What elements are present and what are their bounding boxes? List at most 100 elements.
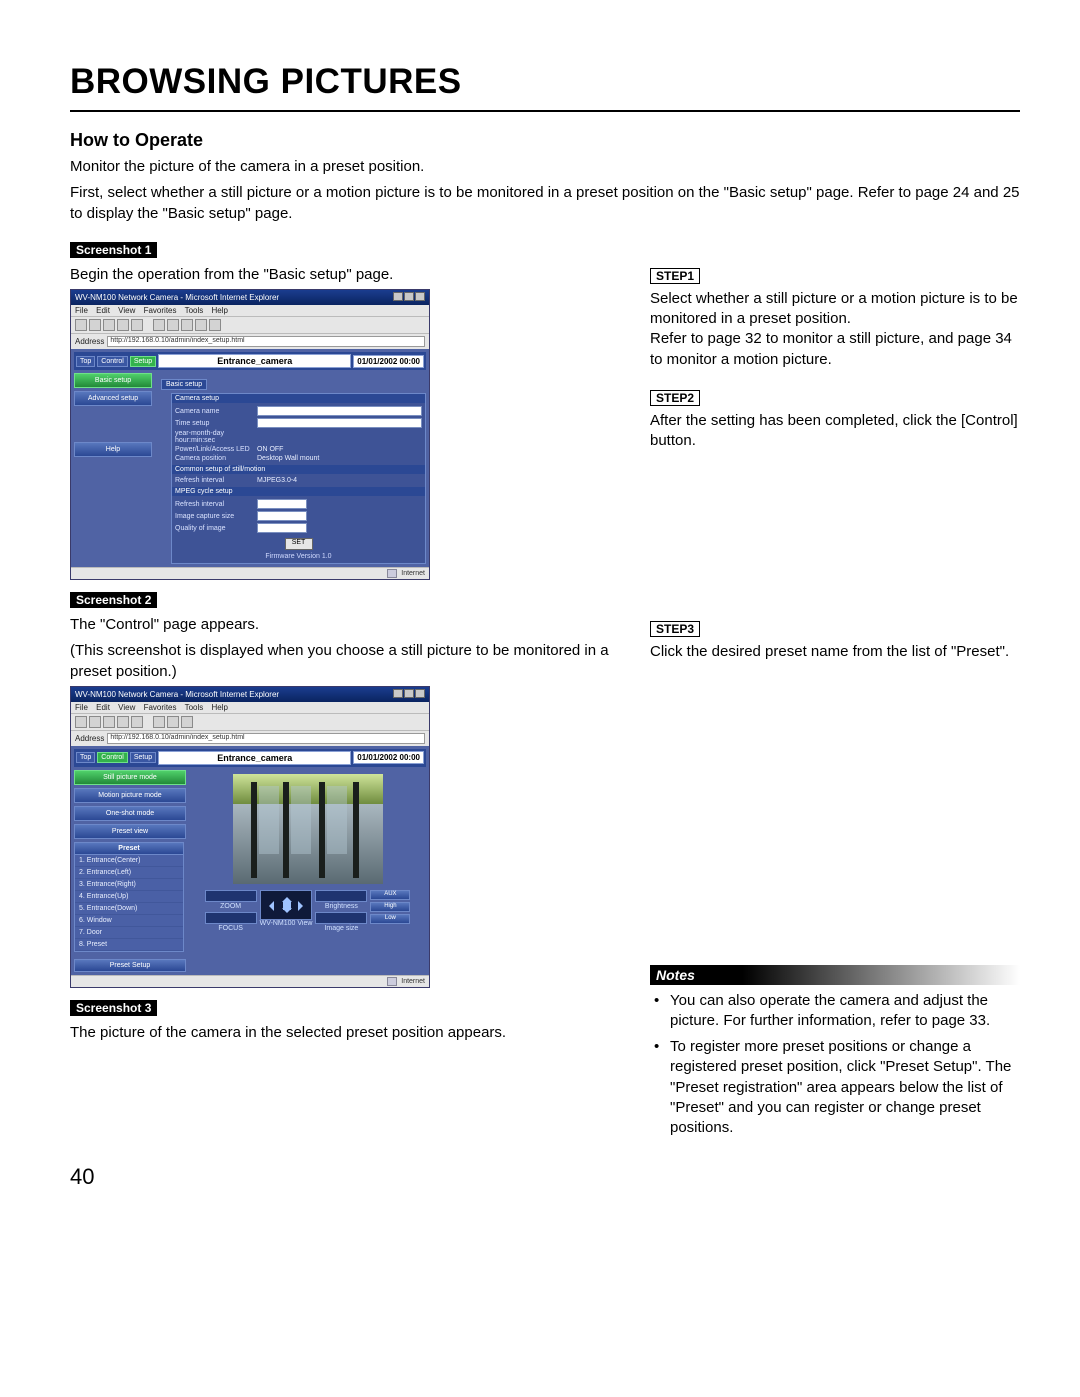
tab-preset-view[interactable]: Preset view: [74, 824, 186, 839]
top-button-top-2[interactable]: Top: [76, 752, 95, 763]
preset-item-8[interactable]: 8. Preset: [75, 939, 183, 951]
preset-item-5[interactable]: 5. Entrance(Down): [75, 903, 183, 915]
preset-item-4[interactable]: 4. Entrance(Up): [75, 891, 183, 903]
stop-icon[interactable]: [103, 319, 115, 331]
stop-icon-2[interactable]: [103, 716, 115, 728]
sub-button-1[interactable]: High: [370, 902, 410, 912]
chapter-title: BROWSING PICTURES: [70, 62, 1020, 102]
top-button-top[interactable]: Top: [76, 356, 95, 367]
print-icon[interactable]: [209, 319, 221, 331]
mail-icon[interactable]: [195, 319, 207, 331]
favorites-icon-2[interactable]: [167, 716, 179, 728]
home-icon[interactable]: [131, 319, 143, 331]
screenshot-3-tag: Screenshot 3: [70, 1000, 157, 1016]
menu-edit[interactable]: Edit: [96, 306, 110, 315]
label-quality: Quality of image: [175, 525, 253, 532]
menu-edit-2[interactable]: Edit: [96, 703, 110, 712]
menu-help-2[interactable]: Help: [212, 703, 228, 712]
camera-datetime: 01/01/2002 00:00: [353, 355, 424, 368]
menu-tools[interactable]: Tools: [185, 306, 204, 315]
notes-list: You can also operate the camera and adju…: [650, 991, 1020, 1139]
select-quality[interactable]: [257, 523, 307, 533]
input-camera-name[interactable]: [257, 406, 422, 416]
window-buttons[interactable]: [392, 292, 425, 303]
intro-line-1: Monitor the picture of the camera in a p…: [70, 157, 1020, 177]
address-input[interactable]: http://192.168.0.10/admin/index_setup.ht…: [107, 336, 425, 347]
favorites-icon[interactable]: [167, 319, 179, 331]
preset-setup-button[interactable]: Preset Setup: [74, 959, 186, 972]
address-bar[interactable]: Address http://192.168.0.10/admin/index_…: [71, 333, 429, 349]
value-led[interactable]: ON OFF: [257, 446, 422, 453]
menu-tools-2[interactable]: Tools: [185, 703, 204, 712]
step2-label: STEP2: [650, 390, 700, 406]
side-tab-advanced-setup[interactable]: Advanced setup: [74, 391, 152, 406]
back-icon[interactable]: [75, 319, 87, 331]
toolbar[interactable]: [71, 316, 429, 333]
set-button[interactable]: SET: [285, 538, 313, 550]
preset-item-3[interactable]: 3. Entrance(Right): [75, 879, 183, 891]
screenshot-2-tag: Screenshot 2: [70, 592, 157, 608]
preset-item-2[interactable]: 2. Entrance(Left): [75, 867, 183, 879]
screenshot-2-caption-b: (This screenshot is displayed when you c…: [70, 641, 630, 682]
brightness-control[interactable]: [315, 890, 367, 902]
tab-motion-picture[interactable]: Motion picture mode: [74, 788, 186, 803]
toolbar-2[interactable]: [71, 713, 429, 730]
aux-button[interactable]: AUX: [370, 890, 410, 900]
select-size[interactable]: [257, 511, 307, 521]
preset-item-1[interactable]: 1. Entrance(Center): [75, 855, 183, 867]
screenshot-3-caption: The picture of the camera in the selecte…: [70, 1023, 630, 1043]
arrow-center-icon[interactable]: [283, 902, 291, 910]
menu-favorites-2[interactable]: Favorites: [144, 703, 177, 712]
address-bar-2[interactable]: Address http://192.168.0.10/admin/index_…: [71, 730, 429, 746]
search-icon[interactable]: [153, 319, 165, 331]
refresh-icon-2[interactable]: [117, 716, 129, 728]
top-button-control-2[interactable]: Control: [97, 752, 128, 763]
select-rate[interactable]: [257, 499, 307, 509]
image-size-control[interactable]: [315, 912, 367, 924]
focus-label: FOCUS: [205, 925, 257, 932]
preset-item-6[interactable]: 6. Window: [75, 915, 183, 927]
side-tab-basic-setup[interactable]: Basic setup: [74, 373, 152, 388]
forward-icon-2[interactable]: [89, 716, 101, 728]
home-icon-2[interactable]: [131, 716, 143, 728]
address-input-2[interactable]: http://192.168.0.10/admin/index_setup.ht…: [107, 733, 425, 744]
menu-view[interactable]: View: [118, 306, 135, 315]
menu-view-2[interactable]: View: [118, 703, 135, 712]
zoom-label: ZOOM: [205, 903, 257, 910]
menubar-2[interactable]: File Edit View Favorites Tools Help: [71, 702, 429, 713]
side-tab-help[interactable]: Help: [74, 442, 152, 457]
menu-file-2[interactable]: File: [75, 703, 88, 712]
arrow-left-icon[interactable]: [264, 901, 274, 911]
brightness-label: Brightness: [315, 903, 367, 910]
step1-label: STEP1: [650, 268, 700, 284]
history-icon[interactable]: [181, 319, 193, 331]
search-icon-2[interactable]: [153, 716, 165, 728]
arrow-right-icon[interactable]: [298, 901, 308, 911]
history-icon-2[interactable]: [181, 716, 193, 728]
page-number: 40: [70, 1164, 1020, 1190]
menubar[interactable]: File Edit View Favorites Tools Help: [71, 305, 429, 316]
value-position[interactable]: Desktop Wall mount: [257, 455, 422, 462]
window-buttons-2[interactable]: [392, 689, 425, 700]
forward-icon[interactable]: [89, 319, 101, 331]
input-time-setup[interactable]: [257, 418, 422, 428]
preset-item-7[interactable]: 7. Door: [75, 927, 183, 939]
sub-button-2[interactable]: Low: [370, 914, 410, 924]
menu-help[interactable]: Help: [212, 306, 228, 315]
menu-favorites[interactable]: Favorites: [144, 306, 177, 315]
focus-control[interactable]: [205, 912, 257, 924]
ptz-arrows[interactable]: [260, 890, 312, 920]
tab-one-shot[interactable]: One-shot mode: [74, 806, 186, 821]
top-button-control[interactable]: Control: [97, 356, 128, 367]
intro-line-2: First, select whether a still picture or…: [70, 183, 1020, 224]
top-button-setup-2[interactable]: Setup: [130, 752, 156, 763]
tab-still-picture[interactable]: Still picture mode: [74, 770, 186, 785]
menu-file[interactable]: File: [75, 306, 88, 315]
back-icon-2[interactable]: [75, 716, 87, 728]
zoom-control[interactable]: [205, 890, 257, 902]
refresh-icon[interactable]: [117, 319, 129, 331]
value-refresh[interactable]: MJPEG3.0-4: [257, 477, 422, 484]
note-item-2: To register more preset positions or cha…: [666, 1037, 1020, 1138]
top-button-setup[interactable]: Setup: [130, 356, 156, 367]
arrow-up-icon[interactable]: [282, 892, 292, 902]
